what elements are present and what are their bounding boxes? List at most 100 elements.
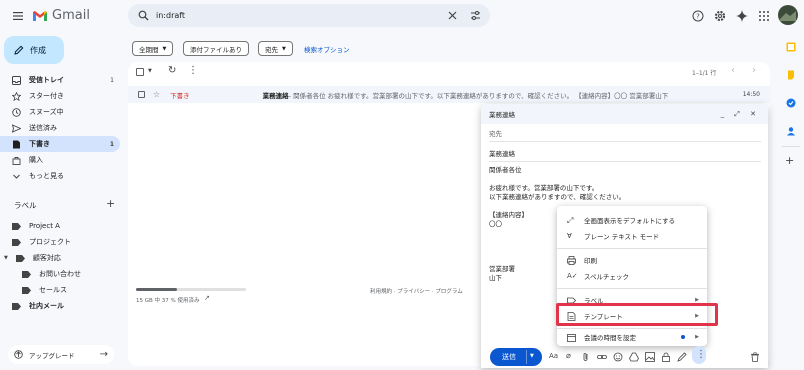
sidebar-item-snoozed[interactable]: スヌーズ中 <box>0 104 120 120</box>
menu-item-label: 印刷 <box>584 257 597 265</box>
formatting-icon[interactable]: Aa <box>549 352 558 360</box>
search-input[interactable] <box>156 8 416 23</box>
clear-search-icon[interactable] <box>448 11 457 20</box>
label-name: 顧客対応 <box>32 254 61 262</box>
attachment-icon[interactable] <box>581 352 591 362</box>
expand-arrow-icon[interactable]: ▼ <box>4 255 8 261</box>
menu-item-label: スペルチェック <box>584 273 630 281</box>
more-vert-icon[interactable]: ⋮ <box>188 65 198 76</box>
menu-divider <box>557 288 707 289</box>
help-icon[interactable]: ? <box>692 10 704 22</box>
settings-icon[interactable] <box>714 10 726 22</box>
apps-grid-icon[interactable] <box>758 10 770 22</box>
row-checkbox[interactable] <box>138 91 145 98</box>
send-options-icon[interactable]: ▼ <box>530 353 534 359</box>
tasks-app-icon[interactable] <box>786 98 796 108</box>
sidebar-item-purchases[interactable]: 購入 <box>0 152 120 168</box>
send-icon <box>12 123 21 133</box>
sidebar-item-drafts[interactable]: 下書き 1 <box>0 136 120 152</box>
compose-button[interactable]: 作成 <box>4 36 64 64</box>
external-link-icon[interactable]: ↗ <box>204 294 210 302</box>
label-item[interactable]: ▼ 顧客対応 <box>0 250 120 266</box>
to-filter[interactable]: 宛先 ▼ <box>258 41 293 56</box>
send-label: 送信 <box>502 353 516 361</box>
keep-app-icon[interactable] <box>786 70 796 80</box>
attach-icon[interactable]: ⌀ <box>566 351 571 360</box>
menu-item-label: 全画面表示をデフォルトにする <box>584 217 676 225</box>
plain-text-icon: Ɐ <box>567 231 572 240</box>
more-vert-icon: ⋮ <box>696 349 706 360</box>
menu-item-meeting[interactable]: 会議の時間を設定 ▶ <box>557 329 707 345</box>
contacts-app-icon[interactable] <box>786 126 796 136</box>
attachment-filter-label: 添付ファイルあり <box>190 45 242 54</box>
star-icon[interactable]: ☆ <box>153 90 160 99</box>
next-page-icon[interactable]: › <box>752 65 756 76</box>
sidebar-item-label: 下書き <box>29 140 50 148</box>
drive-icon[interactable] <box>629 352 639 362</box>
label-tag-icon <box>12 238 21 246</box>
label-item[interactable]: 社内メール <box>0 298 120 314</box>
emoji-icon[interactable] <box>613 352 623 362</box>
storage-text: 15 GB 中 37 % 使用済み <box>136 298 200 304</box>
label-tag-icon <box>22 270 31 278</box>
menu-item-print[interactable]: 印刷 <box>557 252 707 268</box>
refresh-icon[interactable]: ↻ <box>168 65 176 76</box>
sidebar-item-starred[interactable]: スター付き <box>0 88 120 104</box>
select-dropdown-icon[interactable]: ▼ <box>148 68 152 74</box>
image-icon[interactable] <box>645 352 655 362</box>
link-icon[interactable] <box>597 352 607 362</box>
email-snippet: - 関係者各位 お疲れ様です。営業部署の山下です。以下業務連絡がありますので、確… <box>288 91 669 100</box>
label-tag-icon <box>12 222 21 230</box>
period-filter-label: 全期間 <box>139 45 159 54</box>
window-controls[interactable]: _ ⤢ ✕ <box>721 110 760 119</box>
submenu-arrow-icon: ▶ <box>695 334 699 340</box>
period-filter[interactable]: 全期間 ▼ <box>132 41 174 56</box>
search-icon[interactable] <box>138 10 149 21</box>
clock-icon <box>12 107 21 117</box>
label-item[interactable]: プロジェクト <box>0 234 120 250</box>
sidebar-item-sent[interactable]: 送信済み <box>0 120 120 136</box>
search-filter-icon[interactable] <box>470 10 481 21</box>
compose-title: 業務連絡 <box>489 111 515 119</box>
sidebar-item-label: 送信済み <box>29 124 57 132</box>
avatar[interactable] <box>778 5 798 25</box>
sidebar-item-label: 購入 <box>29 156 43 164</box>
sidebar-item-inbox[interactable]: 受信トレイ 1 <box>0 72 120 88</box>
lock-icon[interactable] <box>661 352 671 362</box>
menu-item-plain-text[interactable]: Ɐ プレーン テキスト モード <box>557 228 707 244</box>
calendar-app-icon[interactable] <box>786 42 796 52</box>
new-badge-dot <box>681 335 685 339</box>
search-options-link[interactable]: 検索オプション <box>304 44 350 54</box>
prev-page-icon[interactable]: ‹ <box>731 65 735 76</box>
attachment-filter[interactable]: 添付ファイルあり <box>183 41 249 56</box>
send-button[interactable]: 送信 ▼ <box>490 348 542 366</box>
sidebar-item-more[interactable]: もっと見る <box>0 168 120 184</box>
compose-header[interactable]: 業務連絡 _ ⤢ ✕ <box>481 104 768 124</box>
trash-icon[interactable] <box>750 352 760 362</box>
label-item[interactable]: Project A <box>0 218 120 234</box>
select-all-checkbox[interactable] <box>136 68 144 76</box>
add-app-icon[interactable]: + <box>785 154 794 167</box>
gmail-logo[interactable]: Gmail <box>32 8 90 23</box>
label-item[interactable]: お問い合わせ <box>0 266 120 282</box>
subject-field[interactable]: 業務連絡 <box>489 144 761 162</box>
signature-icon[interactable] <box>677 352 687 362</box>
star-icon <box>12 91 21 101</box>
label-item[interactable]: セールス <box>0 282 120 298</box>
rail-divider <box>782 146 800 147</box>
menu-icon[interactable] <box>12 10 24 22</box>
menu-item-fullscreen[interactable]: ⤢ 全画面表示をデフォルトにする <box>557 212 707 228</box>
menu-divider <box>557 248 707 249</box>
gmail-m-icon <box>33 10 47 21</box>
upgrade-button[interactable]: アップグレード → <box>8 345 114 364</box>
gemini-icon[interactable] <box>736 10 748 22</box>
add-label-icon[interactable]: + <box>106 197 115 210</box>
search-bar[interactable] <box>128 4 490 27</box>
to-field-placeholder: 宛先 <box>489 129 502 138</box>
to-field[interactable]: 宛先 <box>489 124 761 142</box>
menu-item-spellcheck[interactable]: A✓ スペルチェック <box>557 268 707 284</box>
table-row[interactable]: ☆ 下書き 業務連絡 - 関係者各位 お疲れ様です。営業部署の山下です。以下業務… <box>128 86 770 103</box>
purchase-icon <box>12 156 21 165</box>
footer-links[interactable]: 利用規約 · プライバシー · プログラム <box>370 287 463 295</box>
label-name: プロジェクト <box>29 238 71 246</box>
